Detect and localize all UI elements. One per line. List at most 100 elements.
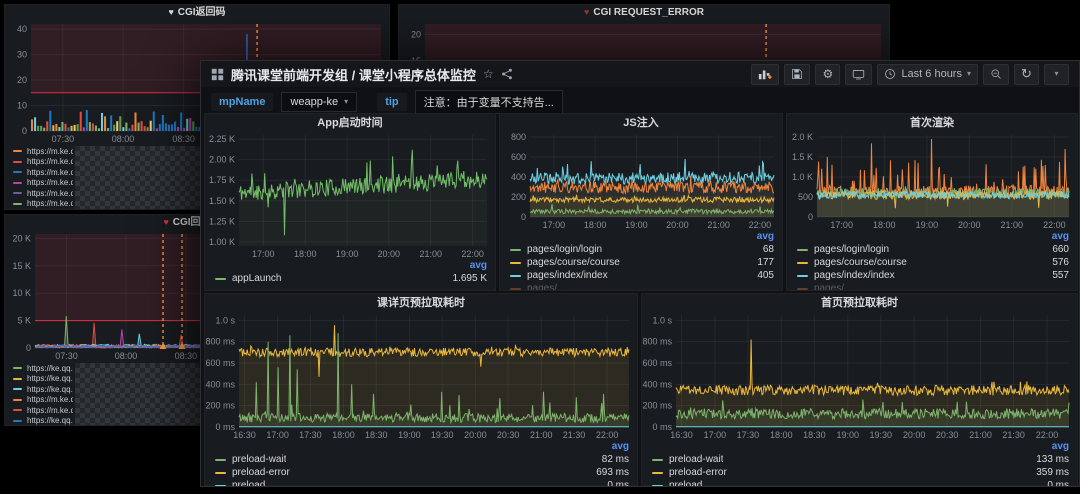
series-color-dash [215, 472, 226, 474]
svg-text:800: 800 [511, 132, 526, 142]
panel-title[interactable]: 课详页预拉取耗时 [205, 294, 637, 311]
svg-text:400: 400 [511, 172, 526, 182]
window-header: 腾讯课堂前端开发组 / 课堂小程序总体监控 ☆ ⚙ Last 6 hours [201, 61, 1079, 87]
legend: avgpages/login/login68pages/course/cours… [510, 230, 774, 290]
legend-item[interactable]: appLaunch1.695 K [215, 272, 487, 285]
series-color-dash [13, 150, 22, 152]
variable-tip-value[interactable]: 注意：由于变量不支持告... [415, 90, 563, 114]
star-icon[interactable]: ☆ [483, 68, 494, 80]
svg-text:20:30: 20:30 [497, 430, 520, 440]
tv-mode-button[interactable] [845, 64, 872, 85]
svg-text:20 K: 20 K [12, 233, 31, 243]
legend-item[interactable]: pages/login/login68 [510, 243, 774, 256]
variable-mpname-label: mpName [211, 93, 273, 111]
svg-text:200: 200 [511, 192, 526, 202]
legend: avgpages/login/login660pages/course/cour… [797, 230, 1069, 290]
series-color-dash [13, 192, 22, 194]
zoom-out-button[interactable] [983, 64, 1009, 85]
series-label: https://ke.qq.com/cg [27, 364, 73, 373]
series-avg-value: 177 [749, 257, 774, 268]
series-color-dash [797, 249, 808, 251]
svg-text:18:00: 18:00 [873, 220, 896, 230]
dashboard-title[interactable]: 腾讯课堂前端开发组 / 课堂小程序总体监控 [231, 65, 476, 84]
variable-mpname-select[interactable]: weapp-ke ▾ [281, 92, 357, 112]
toolbar: ⚙ Last 6 hours ▾ ↻ ▾ [751, 64, 1069, 85]
svg-text:07:30: 07:30 [52, 134, 75, 144]
svg-text:1.5 K: 1.5 K [792, 152, 813, 162]
svg-text:18:30: 18:30 [365, 430, 388, 440]
legend-item[interactable]: preload-wait82 ms [215, 453, 629, 466]
legend-item[interactable]: preload0 ms [652, 479, 1069, 486]
legend-item[interactable]: pages/…… [797, 282, 1069, 290]
series-label: pages/… [527, 283, 567, 290]
series-avg-value: … [1051, 283, 1069, 290]
refresh-button[interactable]: ↻ [1014, 64, 1039, 85]
legend-item[interactable]: preload-wait133 ms [652, 453, 1069, 466]
series-color-dash [510, 262, 521, 264]
chart[interactable]: 2.0 K1.5 K1.0 K500017:0018:0019:0020:002… [787, 131, 1077, 230]
chart[interactable]: 1.0 s800 ms600 ms400 ms200 ms0 ms16:3017… [205, 311, 637, 440]
dashboard-grid-icon[interactable] [211, 68, 224, 81]
time-range-label: Last 6 hours [901, 68, 962, 80]
series-color-dash [797, 288, 808, 290]
svg-text:22:00: 22:00 [596, 430, 619, 440]
legend-item[interactable]: preload-error359 ms [652, 466, 1069, 479]
svg-text:20:00: 20:00 [903, 430, 926, 440]
series-label: https://ke.qq.com/cg [27, 385, 73, 394]
svg-text:1.75 K: 1.75 K [209, 175, 235, 185]
series-label: preload-error [669, 467, 727, 478]
series-label: https://m.ke.qq.com/ [27, 157, 73, 166]
dashboard-settings-button[interactable]: ⚙ [815, 64, 840, 85]
legend-item[interactable]: pages/index/index557 [797, 269, 1069, 282]
svg-text:08:30: 08:30 [172, 134, 195, 144]
series-label: https://m.ke.qq.com/ [27, 178, 73, 187]
svg-text:1.0 s: 1.0 s [215, 315, 235, 325]
panel-home-prefetch: 首页预拉取耗时 1.0 s800 ms600 ms400 ms200 ms0 m… [641, 293, 1078, 486]
svg-text:22:00: 22:00 [1036, 430, 1059, 440]
panel-title[interactable]: JS注入 [500, 114, 782, 131]
legend-item[interactable]: pages/index/index405 [510, 269, 774, 282]
legend-item[interactable]: pages/…… [510, 282, 774, 290]
series-color-dash [13, 420, 22, 422]
chart[interactable]: 1.0 s800 ms600 ms400 ms200 ms0 ms16:3017… [642, 311, 1077, 440]
legend-item[interactable]: preload-error693 ms [215, 466, 629, 479]
legend-item[interactable]: pages/course/course576 [797, 256, 1069, 269]
panel-title[interactable]: 首次渲染 [787, 114, 1077, 131]
add-panel-button[interactable] [751, 64, 779, 85]
svg-text:21:00: 21:00 [707, 220, 730, 230]
legend-item[interactable]: pages/course/course177 [510, 256, 774, 269]
svg-text:2.25 K: 2.25 K [209, 134, 235, 144]
svg-text:600: 600 [511, 152, 526, 162]
series-color-dash [13, 378, 22, 380]
series-label: https://ke.qq.com/cg [27, 374, 73, 383]
svg-text:21:00: 21:00 [969, 430, 992, 440]
chart[interactable]: 800600400200017:0018:0019:0020:0021:0022… [500, 131, 782, 230]
series-label: https://m.ke.qq.com/ [27, 168, 73, 177]
legend: avgpreload-wait133 mspreload-error359 ms… [652, 440, 1069, 486]
svg-text:2.00 K: 2.00 K [209, 155, 235, 165]
save-dashboard-button[interactable] [784, 64, 810, 85]
svg-text:200 ms: 200 ms [205, 401, 235, 411]
time-range-picker[interactable]: Last 6 hours ▾ [877, 64, 978, 85]
svg-text:21:00: 21:00 [419, 249, 442, 259]
svg-text:21:30: 21:30 [563, 430, 586, 440]
refresh-interval-dropdown[interactable]: ▾ [1044, 64, 1069, 85]
panel-title[interactable]: App启动时间 [205, 114, 495, 131]
legend-item[interactable]: preload0 ms [215, 479, 629, 486]
share-icon[interactable] [501, 68, 513, 80]
series-color-dash [652, 472, 663, 474]
svg-text:17:00: 17:00 [830, 220, 853, 230]
series-color-dash [652, 485, 663, 487]
svg-text:5 K: 5 K [17, 316, 31, 326]
svg-text:0: 0 [22, 126, 27, 136]
chart[interactable]: 2.25 K2.00 K1.75 K1.50 K1.25 K1.00 K17:0… [205, 131, 495, 259]
legend-item[interactable]: pages/login/login660 [797, 243, 1069, 256]
svg-text:10: 10 [17, 101, 27, 111]
svg-text:10 K: 10 K [12, 288, 31, 298]
svg-text:08:00: 08:00 [115, 351, 138, 361]
svg-text:200 ms: 200 ms [642, 401, 672, 411]
svg-text:19:00: 19:00 [836, 430, 859, 440]
svg-text:16:30: 16:30 [670, 430, 693, 440]
svg-text:19:00: 19:00 [625, 220, 648, 230]
panel-title[interactable]: 首页预拉取耗时 [642, 294, 1077, 311]
